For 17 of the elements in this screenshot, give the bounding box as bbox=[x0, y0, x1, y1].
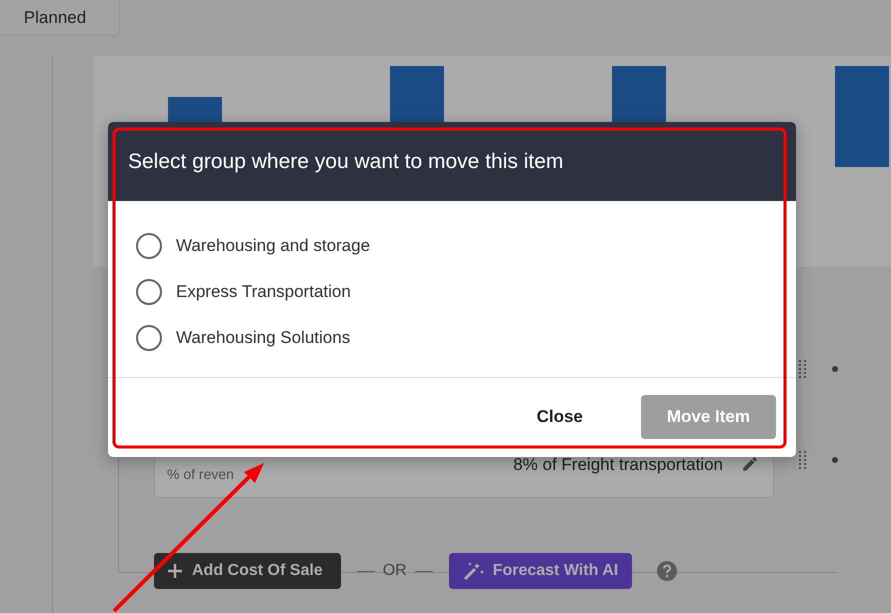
add-cost-of-sale-button[interactable]: Add Cost Of Sale bbox=[154, 553, 341, 589]
modal-title: Select group where you want to move this item bbox=[128, 148, 564, 175]
help-icon[interactable] bbox=[656, 559, 678, 583]
option-label[interactable]: Express Transportation bbox=[176, 279, 351, 305]
close-button[interactable]: Close bbox=[510, 395, 609, 439]
forecast-with-ai-button[interactable]: Forecast With AI bbox=[448, 553, 632, 589]
radio-button[interactable] bbox=[136, 279, 162, 305]
or-label: OR bbox=[382, 561, 407, 581]
option-label[interactable]: Warehousing and storage bbox=[176, 233, 370, 259]
item-value: 8% of Freight transportation bbox=[513, 454, 723, 476]
item-subtitle: % of reven bbox=[167, 465, 234, 484]
option-label[interactable]: Warehousing Solutions bbox=[176, 325, 350, 351]
magic-wand-icon bbox=[462, 561, 485, 581]
radio-button[interactable] bbox=[136, 233, 162, 259]
radio-button[interactable] bbox=[136, 325, 162, 351]
planned-tab[interactable]: Planned bbox=[0, 0, 120, 36]
plus-icon bbox=[168, 564, 182, 578]
